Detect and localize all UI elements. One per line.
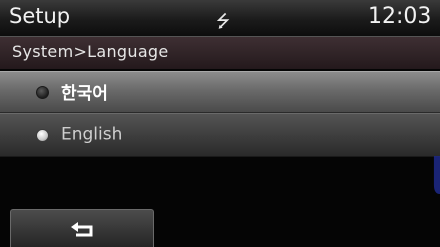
clock: 12:03	[368, 4, 432, 29]
language-option-korean[interactable]: 한국어	[0, 71, 440, 113]
status-bar: Setup ⭍ 12:03	[0, 0, 440, 37]
setup-screen: Setup ⭍ 12:03 System>Language 한국어 Englis…	[0, 0, 440, 247]
language-label-english: English	[61, 124, 123, 145]
language-label-korean: 한국어	[61, 84, 108, 104]
watermark-text: امداد خودرو فارسا	[430, 148, 440, 207]
usb-icon: ⭍	[216, 12, 231, 32]
breadcrumb-text: System>Language	[12, 42, 169, 61]
screen-title: Setup	[9, 4, 71, 28]
radio-unselected-icon	[36, 86, 49, 99]
back-arrow-icon	[71, 222, 93, 237]
back-button[interactable]	[10, 209, 154, 247]
breadcrumb: System>Language	[0, 37, 440, 69]
radio-selected-icon	[36, 129, 49, 142]
watermark: امداد خودرو فارسا	[430, 148, 440, 207]
